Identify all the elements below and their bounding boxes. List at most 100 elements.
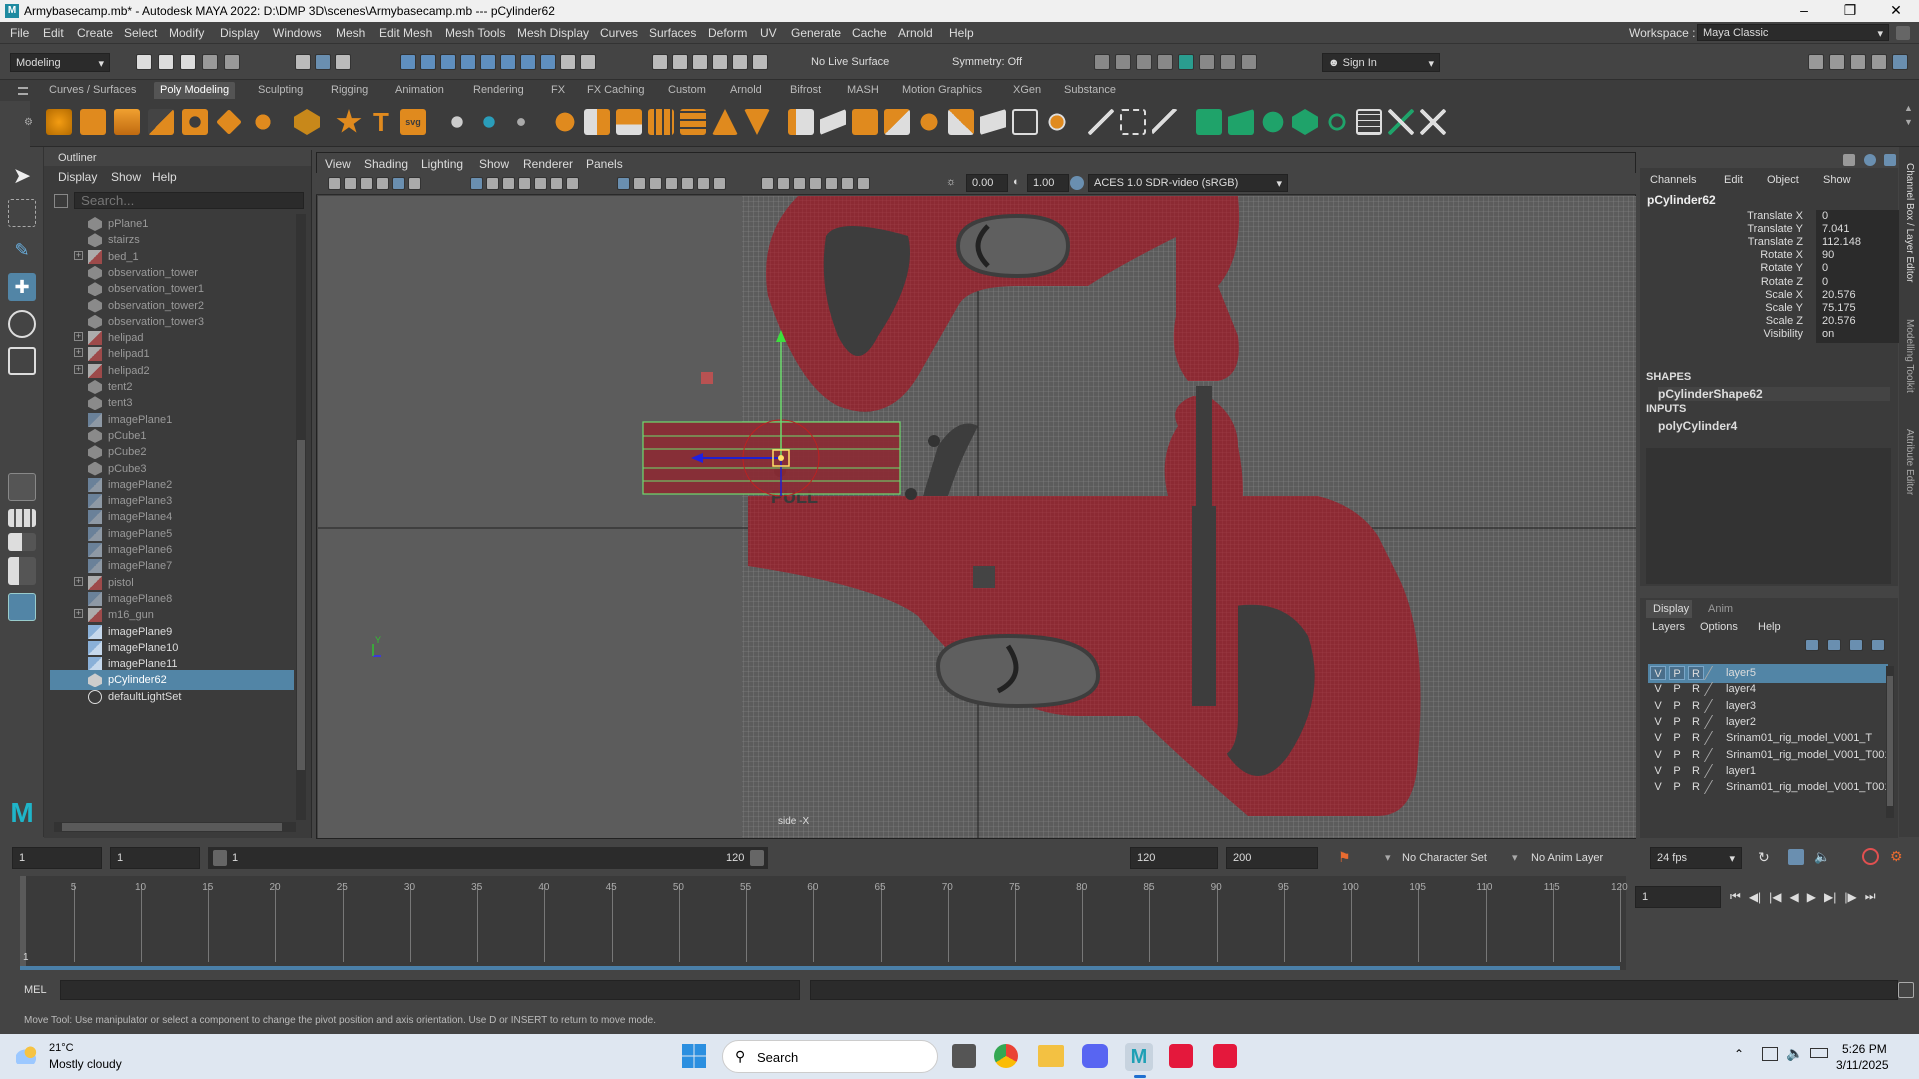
side-tab-modelling-toolkit[interactable]: Modelling Toolkit [1903,319,1915,393]
shelf-tab-arnold[interactable]: Arnold [730,84,762,96]
channel-attribute-name[interactable]: Translate Y [1747,223,1803,235]
move-tool-icon[interactable]: ✚ [8,273,36,301]
go-to-end-icon[interactable]: ⏭ [1865,889,1876,904]
multi-cut-icon[interactable] [1088,109,1114,135]
shelf-menu-icon[interactable] [18,87,28,95]
render-view-icon[interactable] [1178,54,1194,70]
chrome-icon[interactable] [994,1044,1018,1068]
persp-outliner-layout-icon[interactable] [8,533,36,551]
outliner-scrollbar-thumb[interactable] [297,440,305,770]
clock-date[interactable]: 3/11/2025 [1836,1058,1889,1072]
select-tool-icon[interactable]: ➤ [8,162,36,190]
save-scene-icon[interactable] [180,54,196,70]
speaker-icon[interactable]: 🔈 [1786,1045,1803,1062]
layer-visibility-toggle[interactable]: V [1650,699,1666,713]
layer-playback-toggle[interactable]: P [1669,699,1685,713]
channel-box-sync-icon[interactable] [1864,154,1876,166]
poly-cone-icon[interactable] [148,109,174,135]
layer-color-swatch[interactable] [1703,666,1725,680]
menu-help[interactable]: Help [949,26,974,40]
rotate-tool-icon[interactable] [8,310,36,338]
sound-icon[interactable]: 🔈 [1814,849,1830,865]
step-back-key-icon[interactable]: ◀| [1749,890,1761,904]
channel-object-name[interactable]: pCylinder62 [1647,193,1716,207]
layer-visibility-toggle[interactable]: V [1650,780,1666,794]
wireframe-icon[interactable] [617,177,630,190]
xray-components-icon[interactable] [857,177,870,190]
layer-name[interactable]: layer5 [1726,667,1756,679]
append-polygon-icon[interactable] [916,109,942,135]
type-tool-icon[interactable]: T [368,109,394,135]
gate-mask-icon[interactable] [518,177,531,190]
tweak-icon[interactable] [692,54,708,70]
shape-node-name[interactable]: pCylinderShape62 [1658,387,1890,401]
outliner-search-input[interactable] [74,192,304,209]
ipr-render-icon[interactable] [1115,54,1131,70]
wedge-icon[interactable] [948,109,974,135]
super-shape-icon[interactable] [336,109,362,133]
shelf-tab-fx-caching[interactable]: FX Caching [587,84,644,96]
shelf-tab-rendering[interactable]: Rendering [473,84,524,96]
layer-reference-toggle[interactable]: R [1688,748,1704,762]
viewport-menu-view[interactable]: View [325,157,351,171]
snap-grid-icon[interactable] [400,54,416,70]
playback-end-field[interactable]: 120 [1130,847,1218,869]
expand-icon[interactable]: + [74,250,83,260]
sculpt-icon[interactable] [444,109,470,135]
shelf-tab-mash[interactable]: MASH [847,84,879,96]
channel-menu-show[interactable]: Show [1823,174,1851,186]
grid-icon[interactable] [470,177,483,190]
app-icon-1[interactable] [1169,1044,1193,1068]
outliner-menu-help[interactable]: Help [152,170,177,184]
lights-icon[interactable] [697,177,710,190]
layer-name[interactable]: Srinam01_rig_model_V001_T [1726,732,1872,744]
range-slider-end-handle[interactable] [750,850,764,866]
layer-playback-toggle[interactable]: P [1669,780,1685,794]
menu-uv[interactable]: UV [760,26,777,40]
exposure-icon[interactable]: ☼ [946,176,956,188]
magnet-icon[interactable] [752,54,768,70]
channel-attribute-name[interactable]: Translate X [1747,210,1803,222]
play-forwards-icon[interactable]: ▶ [1807,890,1816,904]
poly-plane-icon[interactable] [216,109,242,135]
poly-disc-icon[interactable] [250,109,276,135]
shelf-tab-custom[interactable]: Custom [668,84,706,96]
channel-box-icon[interactable] [1871,54,1887,70]
layer-visibility-toggle[interactable]: V [1650,764,1666,778]
shelf-tab-substance[interactable]: Substance [1064,84,1116,96]
layer-reference-toggle[interactable]: R [1688,764,1704,778]
open-scene-icon[interactable] [158,54,174,70]
extrude-icon[interactable] [788,109,814,135]
weather-temp[interactable]: 21°C [49,1042,74,1054]
lock-selection-icon[interactable] [560,54,576,70]
weather-desc[interactable]: Mostly cloudy [49,1057,122,1071]
shelf-tab-fx[interactable]: FX [551,84,565,96]
soft-select-icon[interactable] [712,54,728,70]
outliner-menu-display[interactable]: Display [58,170,97,184]
layer-scrollbar[interactable] [1886,666,1894,818]
layer-color-swatch[interactable] [1703,698,1725,713]
minimize-button[interactable]: – [1784,2,1824,18]
gamma-icon[interactable]: ◐ [1013,176,1020,188]
cut-uv-icon[interactable] [1388,109,1414,135]
mirror-icon[interactable] [476,109,502,135]
four-view-layout-icon[interactable] [8,509,36,527]
persp-graph-layout-icon[interactable] [8,557,36,585]
snap-surface-icon[interactable] [460,54,476,70]
snap-view-plane-icon[interactable] [480,54,496,70]
menu-modify[interactable]: Modify [169,26,204,40]
new-empty-layer-icon[interactable] [1849,639,1863,651]
task-view-icon[interactable] [952,1044,976,1068]
anti-aliasing-icon[interactable] [793,177,806,190]
hypershade-icon[interactable] [1157,54,1173,70]
ambient-occlusion-icon[interactable] [761,177,774,190]
layer-menu-options[interactable]: Options [1700,621,1738,633]
layer-scrollbar-thumb[interactable] [1887,676,1893,806]
bookmarks-icon[interactable] [360,177,373,190]
loop-icon[interactable]: ↻ [1758,849,1770,866]
shelf-tab-poly-modeling[interactable]: Poly Modeling [154,82,236,99]
scene-end-field[interactable]: 200 [1226,847,1318,869]
layer-menu-help[interactable]: Help [1758,621,1781,633]
view-transform-dropdown[interactable]: ACES 1.0 SDR-video (sRGB) ▾ [1088,174,1288,192]
reduce-icon[interactable] [712,109,738,135]
